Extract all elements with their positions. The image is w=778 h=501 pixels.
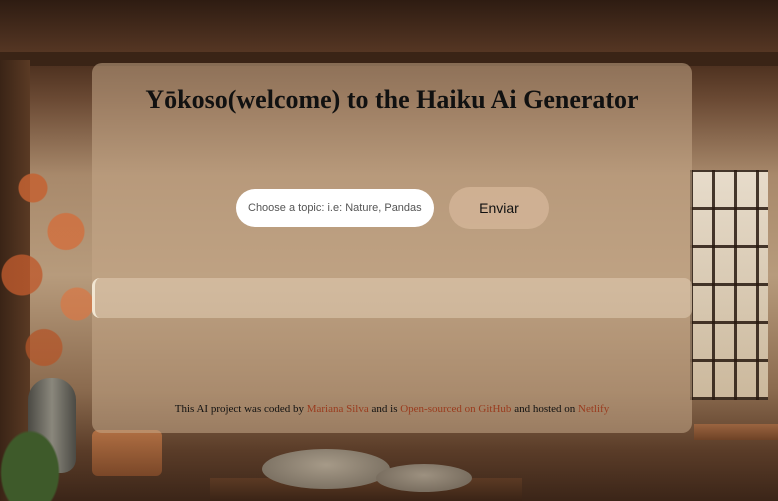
submit-button[interactable]: Enviar (449, 187, 549, 229)
netlify-link[interactable]: Netlify (578, 403, 609, 415)
shoji-window (690, 170, 768, 400)
wooden-stool (92, 430, 162, 476)
generator-card: Yōkoso(welcome) to the Haiku Ai Generato… (92, 63, 692, 433)
haiku-form: Enviar (236, 187, 549, 229)
page-title: Yōkoso(welcome) to the Haiku Ai Generato… (145, 85, 639, 114)
footer-hosted: and hosted on (511, 403, 579, 415)
cushion (262, 449, 390, 489)
cushion (376, 464, 472, 492)
haiku-output (92, 278, 692, 318)
potted-plant (0, 430, 60, 501)
footer: This AI project was coded by Mariana Sil… (92, 403, 692, 415)
topic-input[interactable] (236, 189, 434, 227)
author-link[interactable]: Mariana Silva (307, 403, 369, 415)
side-table (694, 424, 778, 440)
footer-prefix: This AI project was coded by (174, 403, 307, 415)
ceiling (0, 0, 778, 60)
github-link[interactable]: Open-sourced on GitHub (400, 403, 511, 415)
footer-middle: and is (368, 403, 401, 415)
